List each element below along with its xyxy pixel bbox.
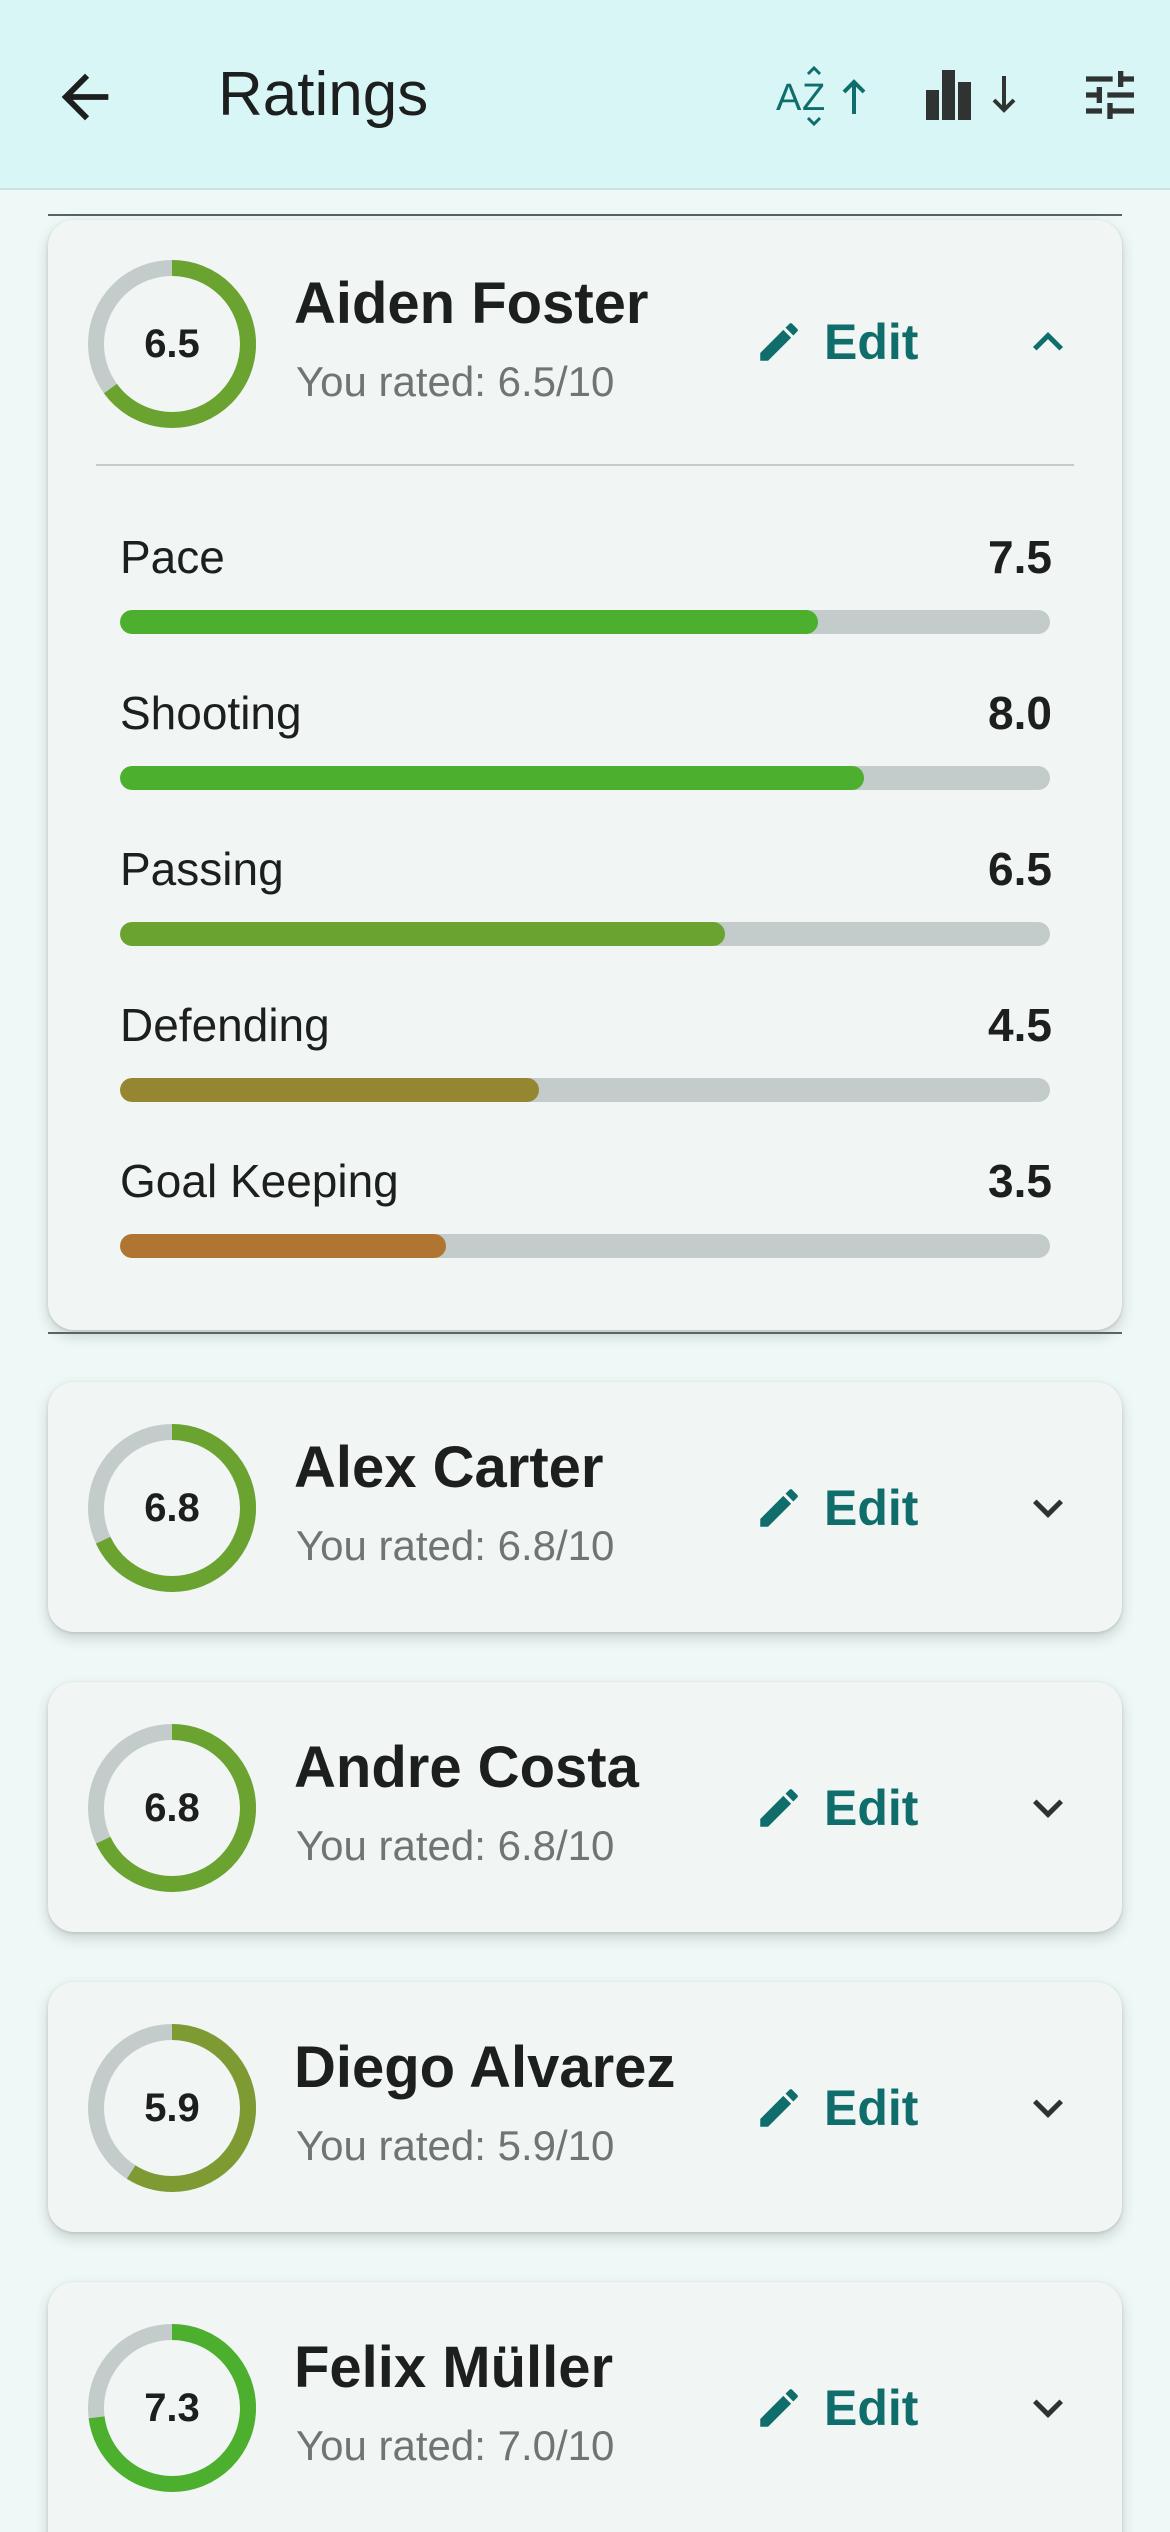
stat-bar-fill: [120, 1078, 539, 1102]
player-name: Andre Costa: [294, 1735, 639, 1800]
chevron-down-icon[interactable]: [1008, 1768, 1088, 1848]
pencil-icon: [760, 1789, 798, 1827]
you-rated-text: You rated: 6.8/10: [296, 1522, 615, 1569]
score-value: 6.8: [144, 1785, 200, 1830]
player-card[interactable]: 6.8 Andre Costa You rated: 6.8/10 Edit: [48, 1682, 1122, 1932]
you-rated-text: You rated: 7.0/10: [296, 2422, 615, 2469]
card-divider: [96, 464, 1074, 466]
stat-value-passing: 6.5: [988, 843, 1052, 895]
ratings-list: 6.5 Aiden Foster You rated: 6.5/10 Edit …: [0, 192, 1170, 2532]
edit-label: Edit: [824, 314, 919, 370]
score-ring: 7.3: [86, 2322, 258, 2494]
chevron-down-icon[interactable]: [1008, 2068, 1088, 2148]
chevron-down-icon[interactable]: [1008, 2368, 1088, 2448]
score-ring: 6.8: [86, 1422, 258, 1594]
player-name: Felix Müller: [294, 2335, 614, 2400]
page-title: Ratings: [218, 60, 429, 129]
edit-button[interactable]: Edit: [754, 2368, 974, 2448]
back-arrow-icon[interactable]: [50, 62, 120, 132]
player-card[interactable]: 6.8 Alex Carter You rated: 6.8/10 Edit: [48, 1382, 1122, 1632]
stat-label-defending: Defending: [120, 999, 330, 1051]
stat-bar-fill: [120, 1234, 446, 1258]
score-value: 5.9: [144, 2085, 200, 2130]
sort-rating-icon[interactable]: [920, 60, 1030, 130]
edit-button[interactable]: Edit: [754, 302, 974, 382]
edit-button[interactable]: Edit: [754, 1768, 974, 1848]
player-name: Aiden Foster: [294, 271, 649, 336]
stat-value-goal-keeping: 3.5: [988, 1155, 1052, 1207]
stat-label-pace: Pace: [120, 531, 225, 583]
filter-tune-icon[interactable]: [1070, 60, 1150, 130]
svg-text:A: A: [776, 77, 802, 119]
stat-bar-passing: [120, 922, 1050, 946]
stat-bar-pace: [120, 610, 1050, 634]
edit-label: Edit: [824, 2380, 919, 2436]
edit-button[interactable]: Edit: [754, 1468, 974, 1548]
player-card[interactable]: 7.3 Felix Müller You rated: 7.0/10 Edit: [48, 2282, 1122, 2532]
stat-bar-fill: [120, 922, 725, 946]
stat-bar-fill: [120, 610, 818, 634]
stat-label-goal-keeping: Goal Keeping: [120, 1155, 399, 1207]
edit-button[interactable]: Edit: [754, 2068, 974, 2148]
player-card[interactable]: 5.9 Diego Alvarez You rated: 5.9/10 Edit: [48, 1982, 1122, 2232]
player-name: Alex Carter: [294, 1435, 604, 1500]
score-ring: 6.5: [86, 258, 258, 430]
svg-text:Z: Z: [802, 77, 825, 119]
edit-label: Edit: [824, 1480, 919, 1536]
pencil-icon: [760, 2389, 798, 2427]
score-value: 7.3: [144, 2385, 200, 2430]
sort-az-icon[interactable]: A Z: [770, 60, 880, 130]
score-ring: 5.9: [86, 2022, 258, 2194]
you-rated-text: You rated: 6.5/10: [296, 358, 615, 405]
chevron-up-icon[interactable]: [1008, 302, 1088, 382]
app-bar: Ratings A Z: [0, 0, 1170, 190]
stat-bar-fill: [120, 766, 864, 790]
player-card[interactable]: 6.5 Aiden Foster You rated: 6.5/10 Edit …: [48, 220, 1122, 1330]
stat-label-shooting: Shooting: [120, 687, 302, 739]
stat-label-passing: Passing: [120, 843, 284, 895]
pencil-icon: [760, 2089, 798, 2127]
stat-bar-goal-keeping: [120, 1234, 1050, 1258]
section-divider: [48, 1332, 1122, 1334]
stat-value-defending: 4.5: [988, 999, 1052, 1051]
section-divider: [48, 214, 1122, 216]
pencil-icon: [760, 323, 798, 361]
pencil-icon: [760, 1489, 798, 1527]
you-rated-text: You rated: 5.9/10: [296, 2122, 615, 2169]
stat-bar-defending: [120, 1078, 1050, 1102]
score-ring: 6.8: [86, 1722, 258, 1894]
score-value: 6.8: [144, 1485, 200, 1530]
stat-value-pace: 7.5: [988, 531, 1052, 583]
score-value: 6.5: [144, 321, 200, 366]
edit-label: Edit: [824, 2080, 919, 2136]
stat-value-shooting: 8.0: [988, 687, 1052, 739]
chevron-down-icon[interactable]: [1008, 1468, 1088, 1548]
stat-bar-shooting: [120, 766, 1050, 790]
you-rated-text: You rated: 6.8/10: [296, 1822, 615, 1869]
player-name: Diego Alvarez: [294, 2035, 676, 2100]
edit-label: Edit: [824, 1780, 919, 1836]
